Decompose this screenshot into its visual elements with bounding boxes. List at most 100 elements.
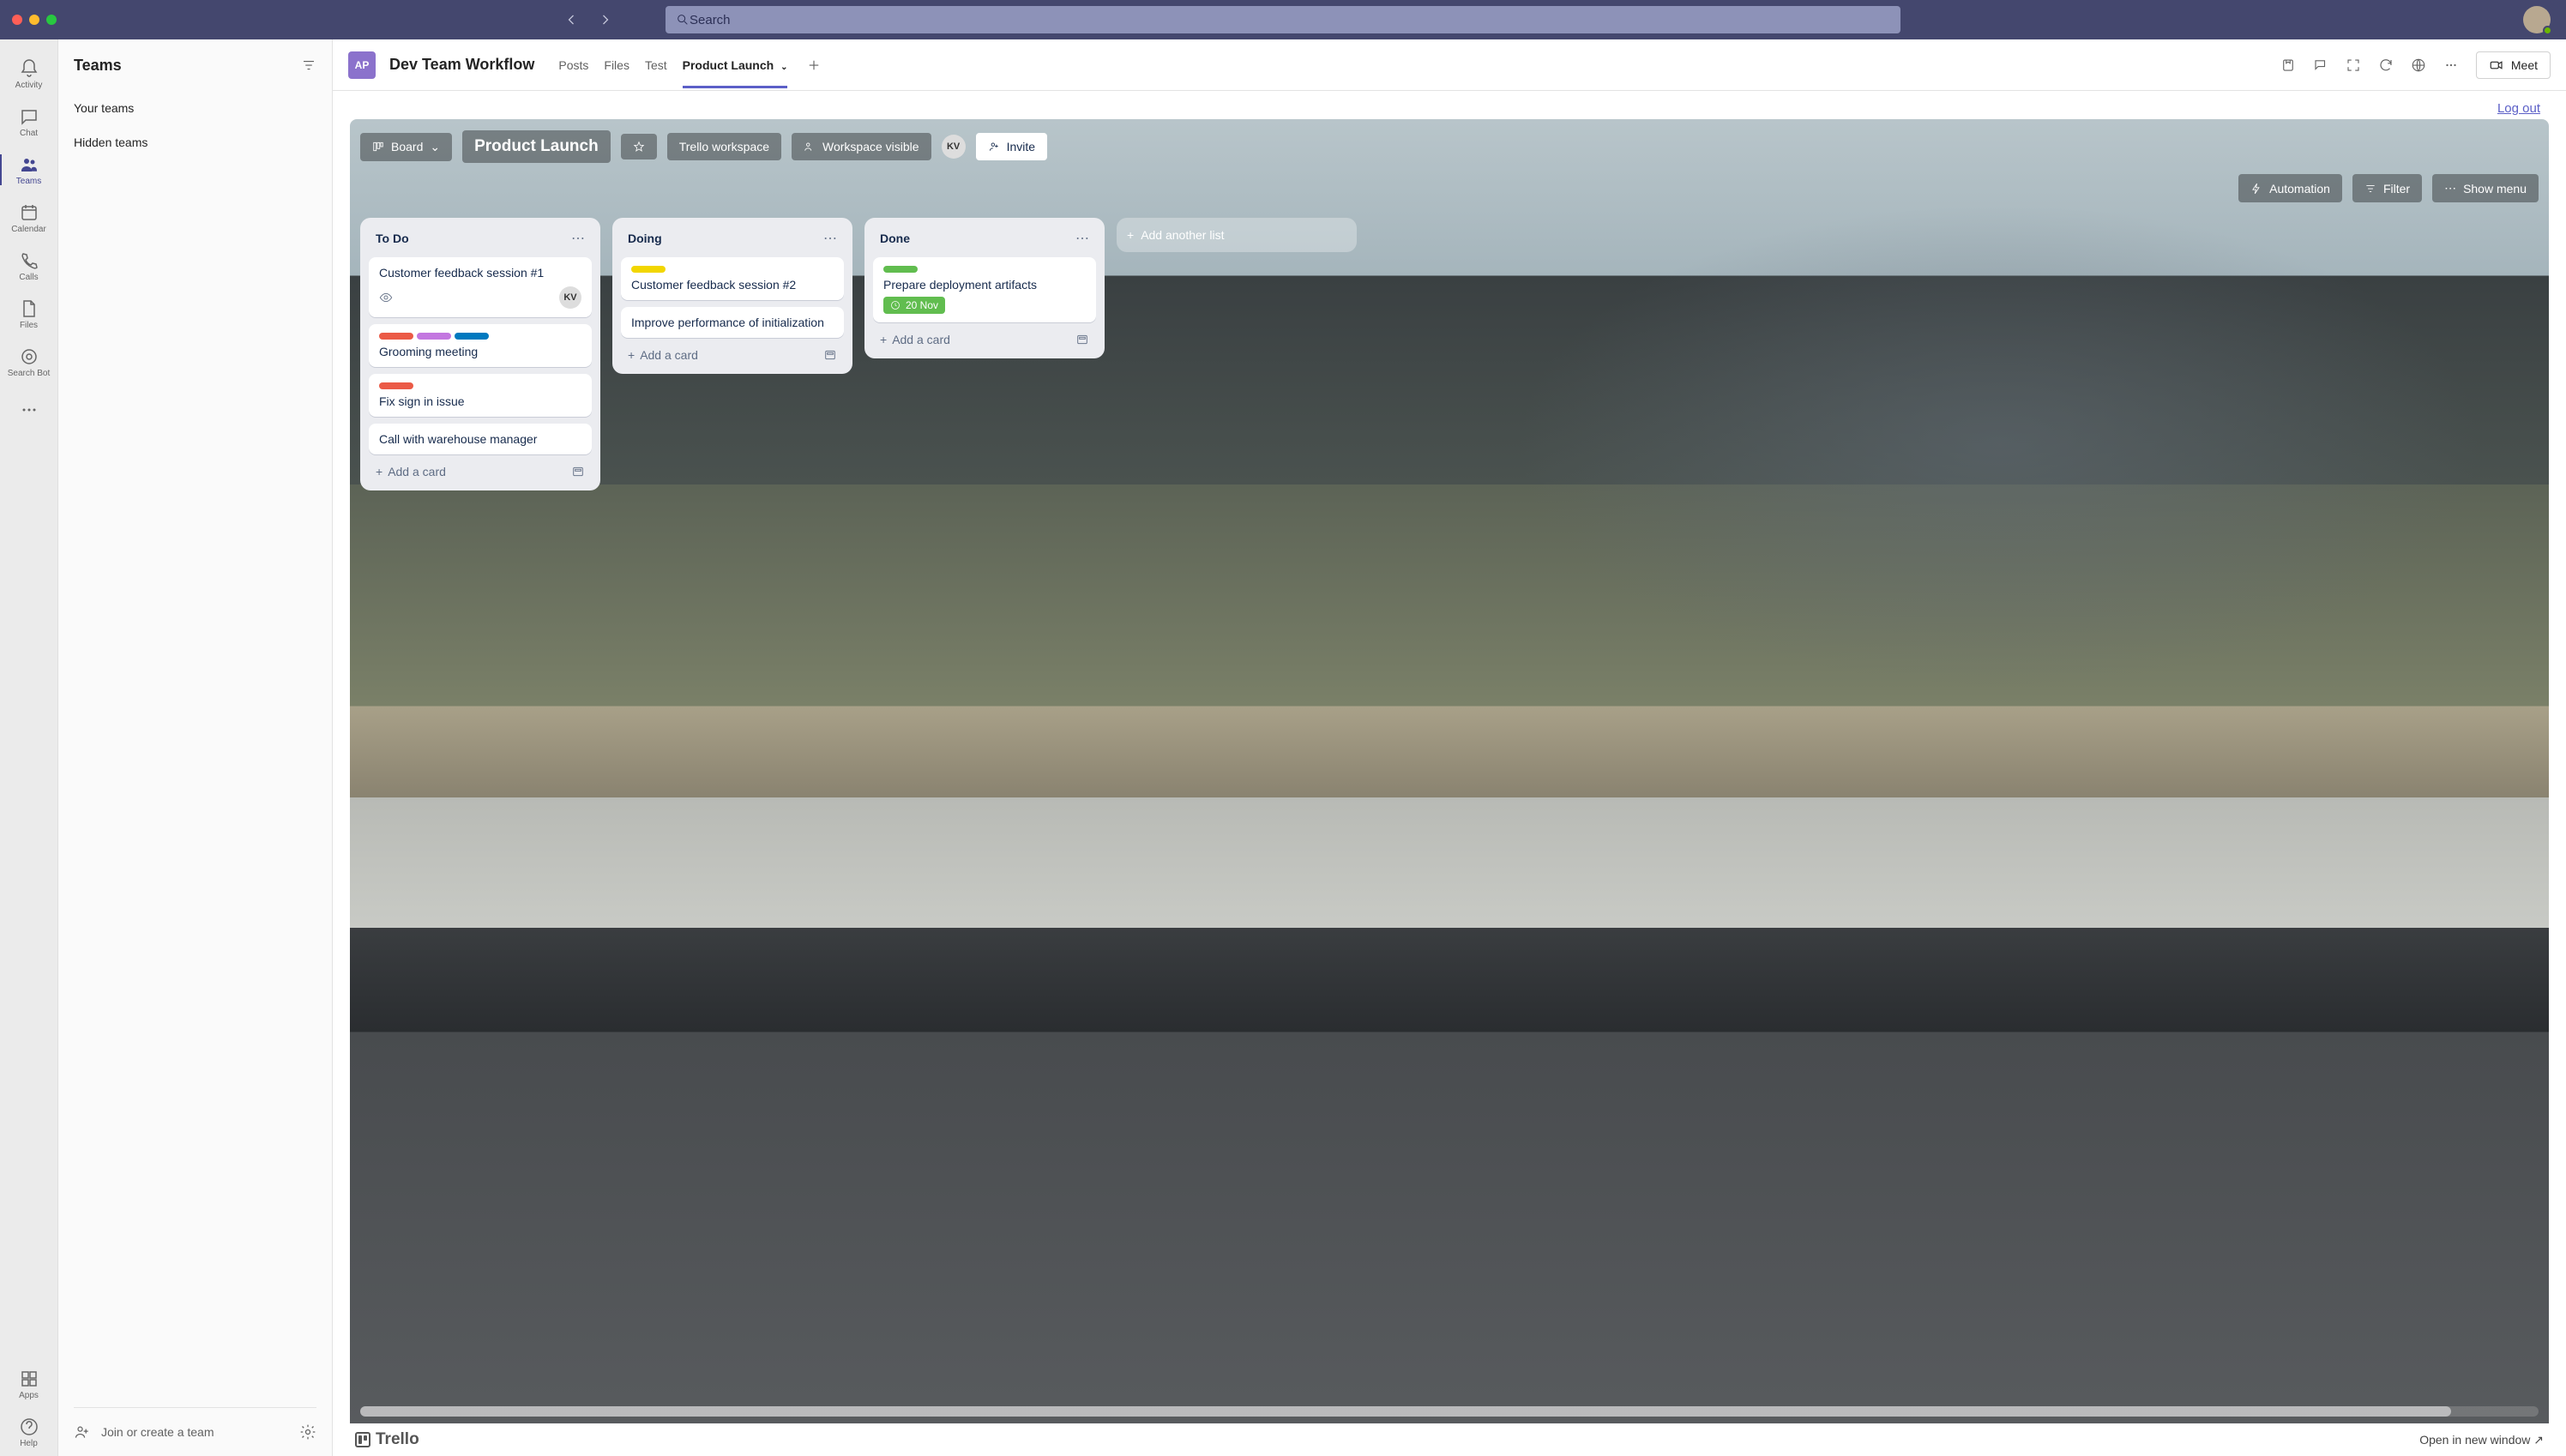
open-new-window-link[interactable]: Open in new window ↗ xyxy=(2419,1433,2544,1447)
presence-indicator-icon xyxy=(2543,26,2552,35)
add-list-button[interactable]: + Add another list xyxy=(1117,218,1357,252)
globe-icon[interactable] xyxy=(2411,57,2426,73)
external-link-icon: ↗ xyxy=(2533,1433,2544,1447)
card-title: Customer feedback session #2 xyxy=(631,278,834,292)
rail-more[interactable] xyxy=(0,386,57,434)
calendar-icon xyxy=(19,202,39,223)
visibility-button[interactable]: Workspace visible xyxy=(792,133,931,160)
team-section-hidden-teams[interactable]: Hidden teams xyxy=(58,125,332,159)
save-tab-icon[interactable] xyxy=(2280,57,2296,73)
list-title[interactable]: Doing xyxy=(628,232,662,245)
card[interactable]: Call with warehouse manager xyxy=(369,424,592,454)
template-icon[interactable] xyxy=(571,465,585,478)
list-title[interactable]: To Do xyxy=(376,232,409,245)
filter-label: Filter xyxy=(2383,182,2410,196)
bell-icon xyxy=(19,58,39,79)
invite-button[interactable]: Invite xyxy=(976,133,1047,160)
tab-label: Product Launch xyxy=(683,58,774,72)
add-card-button[interactable]: +Add a card xyxy=(628,348,698,362)
star-icon xyxy=(633,141,645,153)
add-card-label: Add a card xyxy=(892,333,950,346)
template-icon[interactable] xyxy=(1075,333,1089,346)
tab-files[interactable]: Files xyxy=(604,43,629,87)
global-search[interactable] xyxy=(666,6,1900,33)
trello-board: Board ⌄ Product Launch Trello workspace … xyxy=(350,119,2549,1423)
team-section-your-teams[interactable]: Your teams xyxy=(58,91,332,125)
reload-icon[interactable] xyxy=(2378,57,2394,73)
show-menu-button[interactable]: ⋯ Show menu xyxy=(2432,174,2539,202)
rail-label: Files xyxy=(20,321,38,330)
card[interactable]: Prepare deployment artifacts 20 Nov xyxy=(873,257,1096,322)
list-doing: Doing ⋯ Customer feedback session #2 Imp… xyxy=(612,218,852,374)
filter-button[interactable]: Filter xyxy=(2352,174,2422,202)
add-card-button[interactable]: +Add a card xyxy=(880,333,950,346)
rail-search-bot[interactable]: Search Bot xyxy=(0,338,57,386)
rail-calls[interactable]: Calls xyxy=(0,242,57,290)
list-menu-icon[interactable]: ⋯ xyxy=(823,230,837,247)
label-yellow xyxy=(631,266,666,273)
phone-icon xyxy=(19,250,39,271)
gear-icon[interactable] xyxy=(299,1423,316,1441)
more-icon xyxy=(19,400,39,420)
invite-label: Invite xyxy=(1007,140,1035,153)
forward-icon[interactable] xyxy=(597,11,614,28)
card[interactable]: Fix sign in issue xyxy=(369,374,592,417)
rail-chat[interactable]: Chat xyxy=(0,98,57,146)
card[interactable]: Improve performance of initialization xyxy=(621,307,844,338)
board-member-avatar[interactable]: KV xyxy=(942,135,966,159)
rail-calendar[interactable]: Calendar xyxy=(0,194,57,242)
join-create-team[interactable]: Join or create a team xyxy=(74,1407,316,1456)
maximize-window-icon[interactable] xyxy=(46,15,57,25)
card[interactable]: Grooming meeting xyxy=(369,324,592,367)
list-menu-icon[interactable]: ⋯ xyxy=(571,230,585,247)
tab-product-launch[interactable]: Product Launch ⌄ xyxy=(683,43,788,87)
logout-link[interactable]: Log out xyxy=(2497,101,2540,116)
conversation-icon[interactable] xyxy=(2313,57,2328,73)
star-board-button[interactable] xyxy=(621,134,657,159)
meet-button[interactable]: Meet xyxy=(2476,51,2551,79)
rail-activity[interactable]: Activity xyxy=(0,50,57,98)
label-green xyxy=(883,266,918,273)
trello-app: Board ⌄ Product Launch Trello workspace … xyxy=(350,119,2549,1456)
template-icon[interactable] xyxy=(823,348,837,362)
chevron-down-icon: ⌄ xyxy=(430,140,440,154)
filter-icon[interactable] xyxy=(301,57,316,73)
person-plus-icon xyxy=(988,141,1000,153)
add-card-button[interactable]: +Add a card xyxy=(376,465,446,478)
channel-header: AP Dev Team Workflow Posts Files Test Pr… xyxy=(333,39,2566,91)
expand-icon[interactable] xyxy=(2346,57,2361,73)
card[interactable]: Customer feedback session #2 xyxy=(621,257,844,300)
search-input[interactable] xyxy=(690,13,1890,27)
tab-posts[interactable]: Posts xyxy=(558,43,588,87)
app-rail: Activity Chat Teams Calendar Calls Files… xyxy=(0,39,58,1456)
video-icon xyxy=(2489,57,2504,73)
rail-teams[interactable]: Teams xyxy=(0,146,57,194)
rail-label: Teams xyxy=(16,177,41,186)
rail-apps[interactable]: Apps xyxy=(0,1360,57,1408)
channel-avatar: AP xyxy=(348,51,376,79)
workspace-button[interactable]: Trello workspace xyxy=(667,133,781,160)
card-member-avatar[interactable]: KV xyxy=(559,286,581,309)
close-window-icon[interactable] xyxy=(12,15,22,25)
board-horizontal-scrollbar[interactable] xyxy=(360,1406,2539,1417)
teams-panel-header: Teams xyxy=(58,39,332,91)
tab-test[interactable]: Test xyxy=(645,43,667,87)
automation-button[interactable]: Automation xyxy=(2238,174,2342,202)
rail-help[interactable]: Help xyxy=(0,1408,57,1456)
add-tab-button[interactable] xyxy=(801,52,827,78)
list-menu-icon[interactable]: ⋯ xyxy=(1075,230,1089,247)
list-todo: To Do ⋯ Customer feedback session #1 KV xyxy=(360,218,600,490)
minimize-window-icon[interactable] xyxy=(29,15,39,25)
history-nav xyxy=(563,11,614,28)
profile-avatar[interactable] xyxy=(2523,6,2551,33)
rail-files[interactable]: Files xyxy=(0,290,57,338)
board-name[interactable]: Product Launch xyxy=(462,130,611,163)
board-view-switcher[interactable]: Board ⌄ xyxy=(360,133,452,161)
card-title: Grooming meeting xyxy=(379,345,581,358)
card[interactable]: Customer feedback session #1 KV xyxy=(369,257,592,317)
list-title[interactable]: Done xyxy=(880,232,910,245)
more-icon[interactable] xyxy=(2443,57,2459,73)
scrollbar-thumb[interactable] xyxy=(360,1406,2451,1417)
meet-label: Meet xyxy=(2511,58,2538,72)
back-icon[interactable] xyxy=(563,11,580,28)
